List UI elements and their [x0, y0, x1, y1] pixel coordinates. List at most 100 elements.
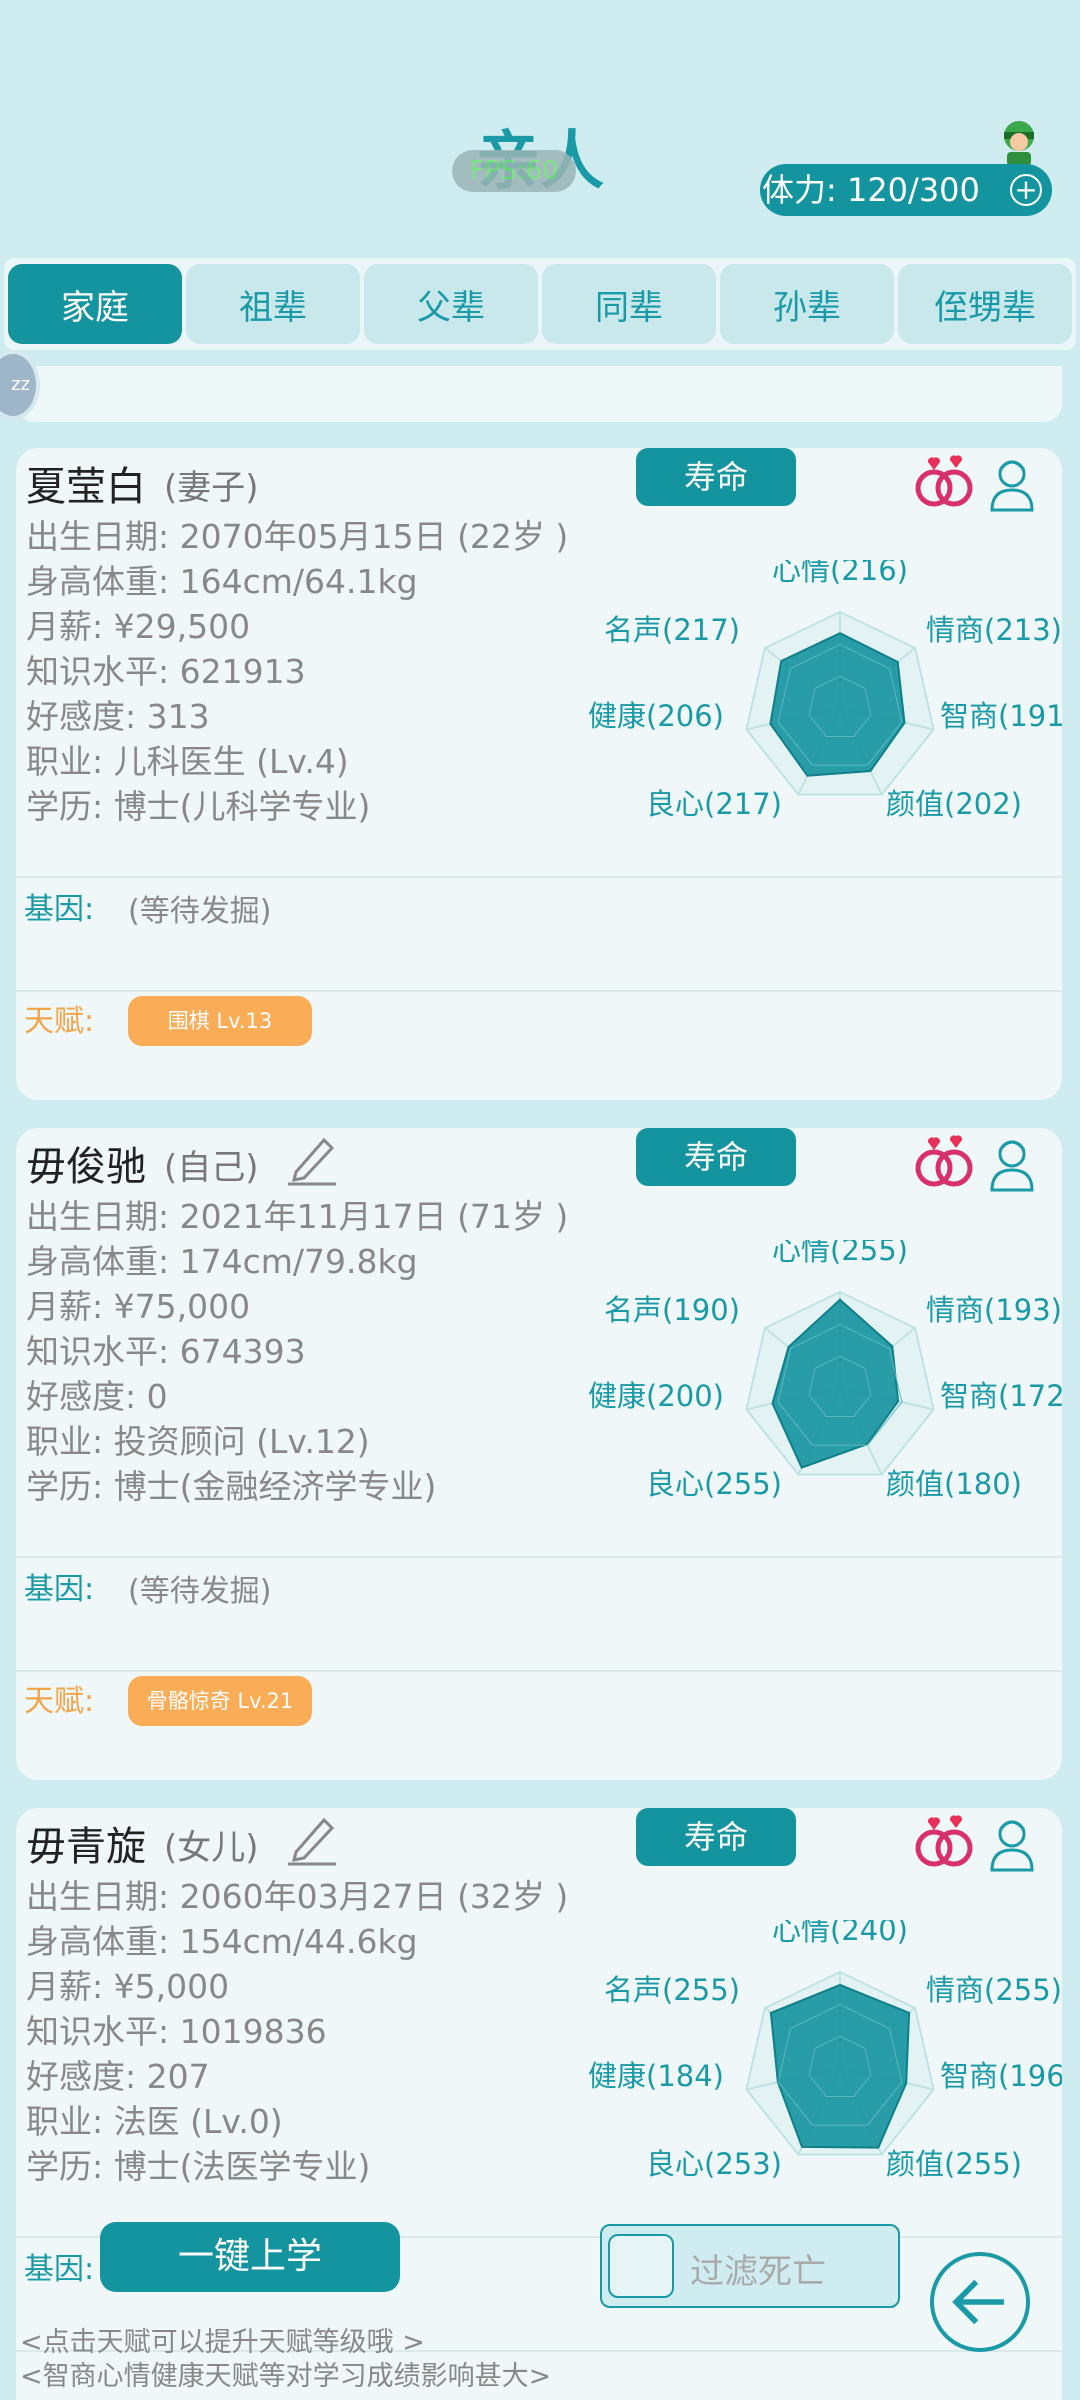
gene-label: 基因: [24, 892, 95, 927]
fps-badge: FPS:60 [452, 150, 576, 192]
radar-stat-label: 智商(172) [940, 1379, 1062, 1413]
radar-stat-label: 良心(255) [646, 1467, 782, 1501]
member-name: 毋俊驰 [26, 1144, 146, 1190]
lifespan-button[interactable]: 寿命 [636, 1128, 796, 1186]
radar-stat-label: 心情(255) [772, 1240, 908, 1267]
radar-stat-label: 颜值(180) [886, 1467, 1022, 1501]
info-education: 学历: 博士(法医学专业) [26, 2147, 371, 2186]
member-card: 夏莹白 (妻子) 寿命出生日期: 2070年05月15日 (22岁 ) 身高体重: 1… [16, 448, 1062, 1100]
member-name: 夏莹白 [26, 464, 146, 510]
member-card: 毋俊驰 (自己) 寿命出生日期: 2021年11月17日 (71岁 ) 身高体重: 1… [16, 1128, 1062, 1780]
member-card: 毋青旋 (女儿) 寿命出生日期: 2060年03月27日 (32岁 ) 身高体重: 1… [16, 1808, 1062, 2400]
info-favor: 好感度: 313 [26, 697, 210, 736]
marriage-rings-icon[interactable] [912, 1130, 978, 1190]
filter-checkbox[interactable] [608, 2234, 674, 2298]
divider [16, 990, 1062, 992]
tab-grandparents[interactable]: 祖辈 [186, 264, 360, 344]
stats-radar-chart: 心情(216) 情商(213) 智商(191) 颜值(202) 良心(217) 健康(20… [588, 560, 1062, 821]
gene-value: (等待发掘) [128, 894, 272, 929]
info-salary: 月薪: ¥29,500 [26, 607, 251, 646]
info-birth: 出生日期: 2021年11月17日 (71岁 ) [26, 1197, 569, 1236]
member-name: 毋青旋 [26, 1824, 146, 1870]
info-salary: 月薪: ¥75,000 [26, 1287, 251, 1326]
info-knowledge: 知识水平: 621913 [26, 652, 306, 691]
talent-label: 天赋: [24, 1684, 95, 1719]
info-education: 学历: 博士(儿科学专业) [26, 787, 371, 826]
tab-family[interactable]: 家庭 [8, 264, 182, 344]
divider [16, 1556, 1062, 1558]
radar-stat-label: 颜值(255) [886, 2147, 1022, 2181]
info-knowledge: 知识水平: 674393 [26, 1332, 306, 1371]
info-body: 身高体重: 174cm/79.8kg [26, 1242, 418, 1281]
talent-badge[interactable]: 骨骼惊奇 Lv.21 [128, 1676, 312, 1726]
gene-label: 基因: [24, 1572, 95, 1607]
info-favor: 好感度: 0 [26, 1377, 168, 1416]
info-birth: 出生日期: 2070年05月15日 (22岁 ) [26, 517, 569, 556]
tab-parents[interactable]: 父辈 [364, 264, 538, 344]
filter-dead-toggle[interactable]: 过滤死亡 [600, 2224, 900, 2308]
add-stamina-button[interactable]: + [1010, 174, 1042, 206]
gene-label: 基因: [24, 2252, 95, 2287]
radar-stat-label: 情商(213) [926, 613, 1062, 647]
member-relation: (自己) [164, 1148, 259, 1188]
filter-label: 过滤死亡 [690, 2252, 826, 2292]
radar-stat-label: 颜值(202) [886, 787, 1022, 821]
marriage-rings-icon[interactable] [912, 450, 978, 510]
list-top-strip [16, 366, 1062, 422]
info-job: 职业: 儿科医生 (Lv.4) [26, 742, 349, 781]
school-button[interactable]: 一键上学 [100, 2222, 400, 2292]
radar-stat-label: 情商(255) [926, 1973, 1062, 2007]
info-job: 职业: 法医 (Lv.0) [26, 2102, 283, 2141]
tip-study: <智商心情健康天赋等对学习成绩影响甚大> [20, 2361, 552, 2392]
stamina-bar: 体力: 120/300 + [760, 164, 1052, 216]
stamina-label: 体力: 120/300 [762, 171, 980, 209]
info-salary: 月薪: ¥5,000 [26, 1967, 230, 2006]
man-avatar-icon[interactable] [986, 1134, 1038, 1192]
radar-stat-label: 心情(216) [772, 560, 908, 587]
info-knowledge: 知识水平: 1019836 [26, 2012, 327, 2051]
woman-avatar-icon[interactable] [986, 454, 1038, 512]
talent-badge[interactable]: 围棋 Lv.13 [128, 996, 312, 1046]
member-relation: (妻子) [164, 468, 259, 508]
member-info: 出生日期: 2021年11月17日 (71岁 ) 身高体重: 174cm/79.8… [26, 1194, 568, 1509]
tip-talent: <点击天赋可以提升天赋等级哦 > [20, 2327, 425, 2358]
member-info: 出生日期: 2060年03月27日 (32岁 ) 身高体重: 154cm/44.6… [26, 1874, 568, 2189]
stats-radar-chart: 心情(255) 情商(193) 智商(172) 颜值(180) 良心(255) 健康(20… [588, 1240, 1062, 1501]
marriage-rings-icon[interactable] [912, 1810, 978, 1870]
tab-grandchildren[interactable]: 孙辈 [720, 264, 894, 344]
info-body: 身高体重: 164cm/64.1kg [26, 562, 418, 601]
divider [16, 1670, 1062, 1672]
lifespan-button[interactable]: 寿命 [636, 1808, 796, 1866]
back-arrow-icon[interactable] [930, 2252, 1030, 2352]
divider [16, 876, 1062, 878]
radar-stat-label: 情商(193) [926, 1293, 1062, 1327]
radar-stat-label: 名声(190) [604, 1293, 740, 1327]
radar-stat-label: 智商(196) [940, 2059, 1062, 2093]
tab-nephews[interactable]: 侄甥辈 [898, 264, 1072, 344]
info-education: 学历: 博士(金融经济学专业) [26, 1467, 437, 1506]
stats-radar-chart: 心情(240) 情商(255) 智商(196) 颜值(255) 良心(253) 健康(18… [588, 1920, 1062, 2181]
radar-stat-label: 智商(191) [940, 699, 1062, 733]
radar-stat-label: 良心(217) [646, 787, 782, 821]
tips: <点击天赋可以提升天赋等级哦 > <智商心情健康天赋等对学习成绩影响甚大> [20, 2326, 551, 2394]
lifespan-button[interactable]: 寿命 [636, 448, 796, 506]
radar-stat-label: 名声(255) [604, 1973, 740, 2007]
player-avatar-icon[interactable] [998, 118, 1040, 168]
radar-stat-label: 名声(217) [604, 613, 740, 647]
member-info: 出生日期: 2070年05月15日 (22岁 ) 身高体重: 164cm/64.1… [26, 514, 568, 829]
radar-stat-label: 心情(240) [772, 1920, 908, 1947]
woman-avatar-icon[interactable] [986, 1814, 1038, 1872]
edit-pencil-icon[interactable] [286, 1132, 338, 1186]
info-body: 身高体重: 154cm/44.6kg [26, 1922, 418, 1961]
radar-stat-label: 健康(200) [588, 1379, 724, 1413]
talent-label: 天赋: [24, 1004, 95, 1039]
gene-value: (等待发掘) [128, 1574, 272, 1609]
member-relation: (女儿) [164, 1828, 259, 1868]
info-birth: 出生日期: 2060年03月27日 (32岁 ) [26, 1877, 569, 1916]
tab-siblings[interactable]: 同辈 [542, 264, 716, 344]
info-favor: 好感度: 207 [26, 2057, 210, 2096]
edit-pencil-icon[interactable] [286, 1812, 338, 1866]
info-job: 职业: 投资顾问 (Lv.12) [26, 1422, 370, 1461]
relation-tabs: 家庭 祖辈 父辈 同辈 孙辈 侄甥辈 [4, 258, 1076, 350]
radar-stat-label: 健康(206) [588, 699, 724, 733]
